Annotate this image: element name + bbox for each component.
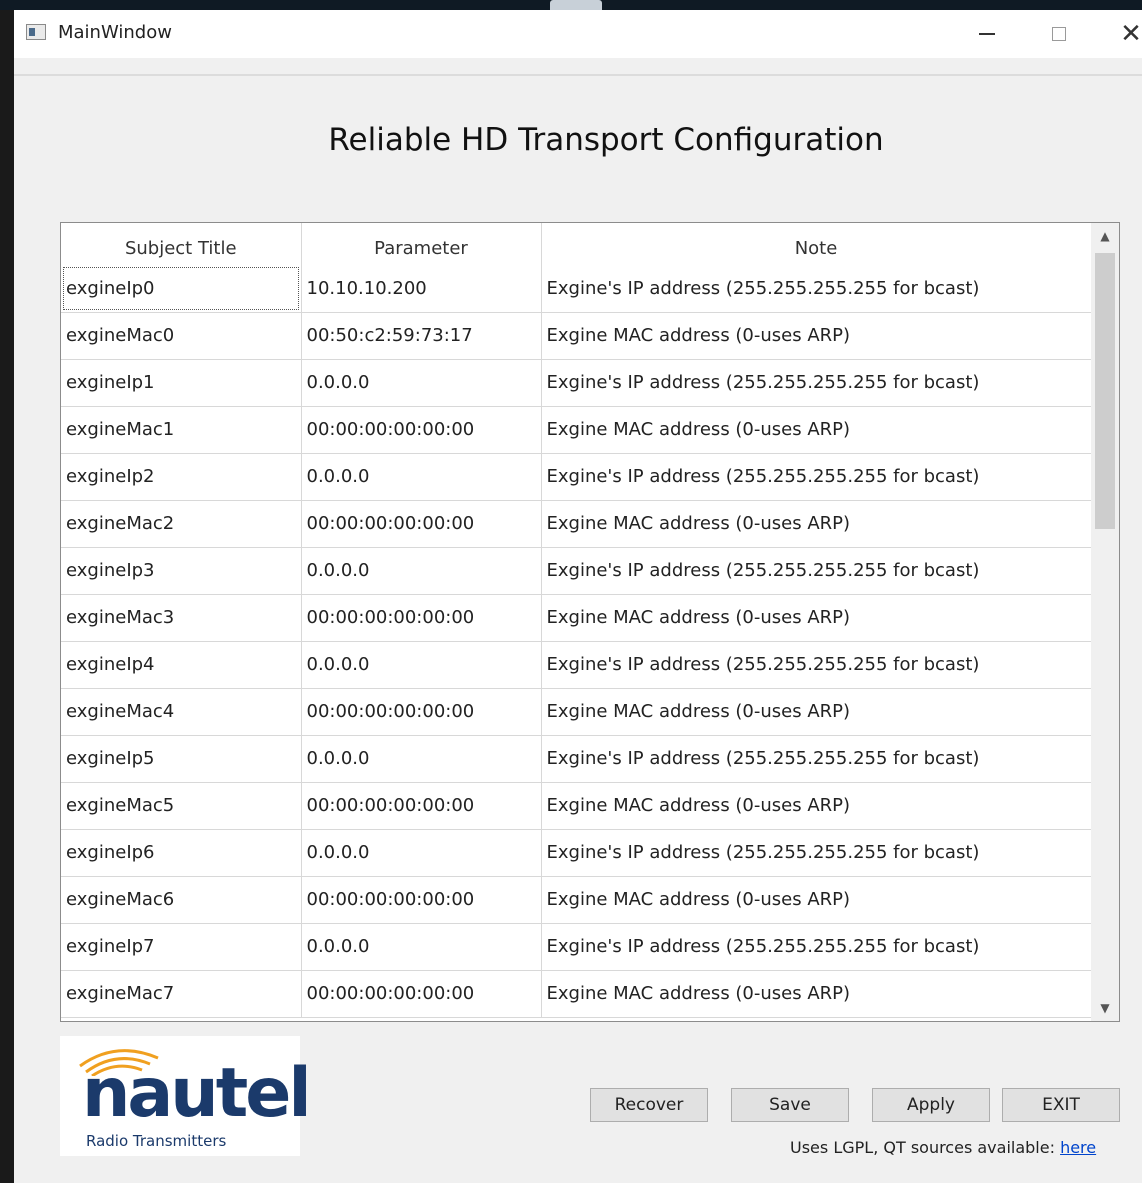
- table-row[interactable]: exgineMac1 00:00:00:00:00:00 Exgine MAC ad…: [61, 406, 1092, 454]
- table-row[interactable]: exgineMac0 00:50:c2:59:73:17 Exgine MAC ad…: [61, 312, 1092, 360]
- table-row[interactable]: exgineIp7 0.0.0.0 Exgine's IP address (255…: [61, 923, 1092, 971]
- cell-subject-title[interactable]: exgineMac0: [61, 312, 302, 360]
- cell-note[interactable]: Exgine MAC address (0-uses ARP): [541, 782, 1092, 830]
- minimize-icon: [979, 33, 995, 35]
- cell-subject-title[interactable]: exgineMac6: [61, 876, 302, 924]
- table-row[interactable]: exgineIp5 0.0.0.0 Exgine's IP address (255…: [61, 735, 1092, 783]
- page-title: Reliable HD Transport Configuration: [328, 122, 884, 158]
- cell-subject-title[interactable]: exgineMac5: [61, 782, 302, 830]
- config-table: Subject Title Parameter Note exgineIp0 10…: [60, 222, 1120, 1022]
- cell-note[interactable]: Exgine's IP address (255.255.255.255 for…: [541, 265, 1092, 313]
- table-row[interactable]: exgineIp4 0.0.0.0 Exgine's IP address (255…: [61, 641, 1092, 689]
- cell-note[interactable]: Exgine MAC address (0-uses ARP): [541, 312, 1092, 360]
- cell-parameter[interactable]: 0.0.0.0: [301, 641, 542, 689]
- table-row[interactable]: exgineIp3 0.0.0.0 Exgine's IP address (255…: [61, 547, 1092, 595]
- cell-subject-title[interactable]: exgineIp0: [61, 265, 302, 313]
- vertical-scrollbar[interactable]: ▲ ▼: [1091, 223, 1119, 1021]
- table-header-row: Subject Title Parameter Note: [61, 223, 1092, 265]
- chevron-down-icon[interactable]: ▼: [1091, 995, 1119, 1021]
- license-footer: Uses LGPL, QT sources available: here: [790, 1138, 1096, 1157]
- cell-subject-title[interactable]: exgineIp7: [61, 923, 302, 971]
- cell-parameter[interactable]: 00:50:c2:59:73:17: [301, 312, 542, 360]
- chevron-up-icon[interactable]: ▲: [1091, 223, 1119, 249]
- sources-link[interactable]: here: [1060, 1138, 1096, 1157]
- cell-parameter[interactable]: 0.0.0.0: [301, 547, 542, 595]
- license-text: Uses LGPL, QT sources available:: [790, 1138, 1061, 1157]
- cell-parameter[interactable]: 0.0.0.0: [301, 923, 542, 971]
- cell-note[interactable]: Exgine's IP address (255.255.255.255 for…: [541, 547, 1092, 595]
- title-bar[interactable]: MainWindow ✕: [14, 10, 1142, 58]
- cell-note[interactable]: Exgine MAC address (0-uses ARP): [541, 500, 1092, 548]
- save-button[interactable]: Save: [731, 1088, 849, 1122]
- main-window: MainWindow ✕ Reliable HD Transport Confi…: [14, 10, 1142, 1183]
- maximize-icon: [1052, 27, 1066, 41]
- cell-parameter[interactable]: 00:00:00:00:00:00: [301, 876, 542, 924]
- scrollbar-thumb[interactable]: [1095, 253, 1115, 529]
- cell-note[interactable]: Exgine MAC address (0-uses ARP): [541, 594, 1092, 642]
- column-header-parameter[interactable]: Parameter: [301, 223, 542, 265]
- table-row[interactable]: exgineIp2 0.0.0.0 Exgine's IP address (255…: [61, 453, 1092, 501]
- column-header-note[interactable]: Note: [541, 223, 1092, 265]
- table-row[interactable]: exgineMac3 00:00:00:00:00:00 Exgine MAC ad…: [61, 594, 1092, 642]
- cell-note[interactable]: Exgine MAC address (0-uses ARP): [541, 406, 1092, 454]
- close-icon: ✕: [1120, 19, 1142, 49]
- cell-subject-title[interactable]: exgineMac3: [61, 594, 302, 642]
- menu-separator: [14, 74, 1142, 76]
- recover-button[interactable]: Recover: [590, 1088, 708, 1122]
- table-row[interactable]: exgineMac7 00:00:00:00:00:00 Exgine MAC ad…: [61, 970, 1092, 1018]
- table-row[interactable]: exgineMac4 00:00:00:00:00:00 Exgine MAC ad…: [61, 688, 1092, 736]
- logo-subtitle: Radio Transmitters: [86, 1132, 227, 1150]
- cell-subject-title[interactable]: exgineIp4: [61, 641, 302, 689]
- column-header-subject-title[interactable]: Subject Title: [61, 223, 302, 265]
- cell-note[interactable]: Exgine's IP address (255.255.255.255 for…: [541, 359, 1092, 407]
- minimize-button[interactable]: [964, 16, 1010, 52]
- exit-button[interactable]: EXIT: [1002, 1088, 1120, 1122]
- cell-parameter[interactable]: 00:00:00:00:00:00: [301, 594, 542, 642]
- cell-note[interactable]: Exgine's IP address (255.255.255.255 for…: [541, 735, 1092, 783]
- window-app-icon: [26, 24, 46, 40]
- cell-note[interactable]: Exgine MAC address (0-uses ARP): [541, 970, 1092, 1018]
- table-row[interactable]: exgineMac2 00:00:00:00:00:00 Exgine MAC ad…: [61, 500, 1092, 548]
- apply-button[interactable]: Apply: [872, 1088, 990, 1122]
- table-row[interactable]: exgineMac5 00:00:00:00:00:00 Exgine MAC ad…: [61, 782, 1092, 830]
- cell-parameter[interactable]: 0.0.0.0: [301, 359, 542, 407]
- cell-parameter[interactable]: 00:00:00:00:00:00: [301, 970, 542, 1018]
- table-row[interactable]: exgineIp0 10.10.10.200 Exgine's IP address…: [61, 265, 1092, 313]
- cell-parameter[interactable]: 10.10.10.200: [301, 265, 542, 313]
- cell-subject-title[interactable]: exgineIp1: [61, 359, 302, 407]
- close-button[interactable]: ✕: [1108, 16, 1142, 52]
- table-row[interactable]: exgineMac6 00:00:00:00:00:00 Exgine MAC ad…: [61, 876, 1092, 924]
- cell-note[interactable]: Exgine's IP address (255.255.255.255 for…: [541, 829, 1092, 877]
- cell-note[interactable]: Exgine's IP address (255.255.255.255 for…: [541, 453, 1092, 501]
- cell-parameter[interactable]: 00:00:00:00:00:00: [301, 688, 542, 736]
- cell-parameter[interactable]: 0.0.0.0: [301, 453, 542, 501]
- cell-subject-title[interactable]: exgineMac4: [61, 688, 302, 736]
- cell-subject-title[interactable]: exgineIp2: [61, 453, 302, 501]
- desktop-left-strip: [0, 10, 14, 1183]
- table-row[interactable]: exgineIp6 0.0.0.0 Exgine's IP address (255…: [61, 829, 1092, 877]
- cell-subject-title[interactable]: exgineMac2: [61, 500, 302, 548]
- cell-subject-title[interactable]: exgineIp3: [61, 547, 302, 595]
- desktop-notch: [550, 0, 602, 10]
- maximize-button[interactable]: [1036, 16, 1082, 52]
- cell-parameter[interactable]: 0.0.0.0: [301, 829, 542, 877]
- table-row[interactable]: exgineIp1 0.0.0.0 Exgine's IP address (255…: [61, 359, 1092, 407]
- cell-note[interactable]: Exgine MAC address (0-uses ARP): [541, 876, 1092, 924]
- nautel-logo: nautel Radio Transmitters: [60, 1036, 312, 1156]
- cell-subject-title[interactable]: exgineMac7: [61, 970, 302, 1018]
- cell-note[interactable]: Exgine's IP address (255.255.255.255 for…: [541, 923, 1092, 971]
- config-grid: Subject Title Parameter Note exgineIp0 10…: [61, 223, 1092, 1018]
- cell-parameter[interactable]: 0.0.0.0: [301, 735, 542, 783]
- cell-subject-title[interactable]: exgineIp6: [61, 829, 302, 877]
- cell-note[interactable]: Exgine's IP address (255.255.255.255 for…: [541, 641, 1092, 689]
- cell-parameter[interactable]: 00:00:00:00:00:00: [301, 782, 542, 830]
- logo-wordmark: nautel: [82, 1054, 312, 1133]
- cell-parameter[interactable]: 00:00:00:00:00:00: [301, 500, 542, 548]
- window-title: MainWindow: [58, 22, 172, 43]
- cell-subject-title[interactable]: exgineIp5: [61, 735, 302, 783]
- cell-subject-title[interactable]: exgineMac1: [61, 406, 302, 454]
- cell-note[interactable]: Exgine MAC address (0-uses ARP): [541, 688, 1092, 736]
- cell-parameter[interactable]: 00:00:00:00:00:00: [301, 406, 542, 454]
